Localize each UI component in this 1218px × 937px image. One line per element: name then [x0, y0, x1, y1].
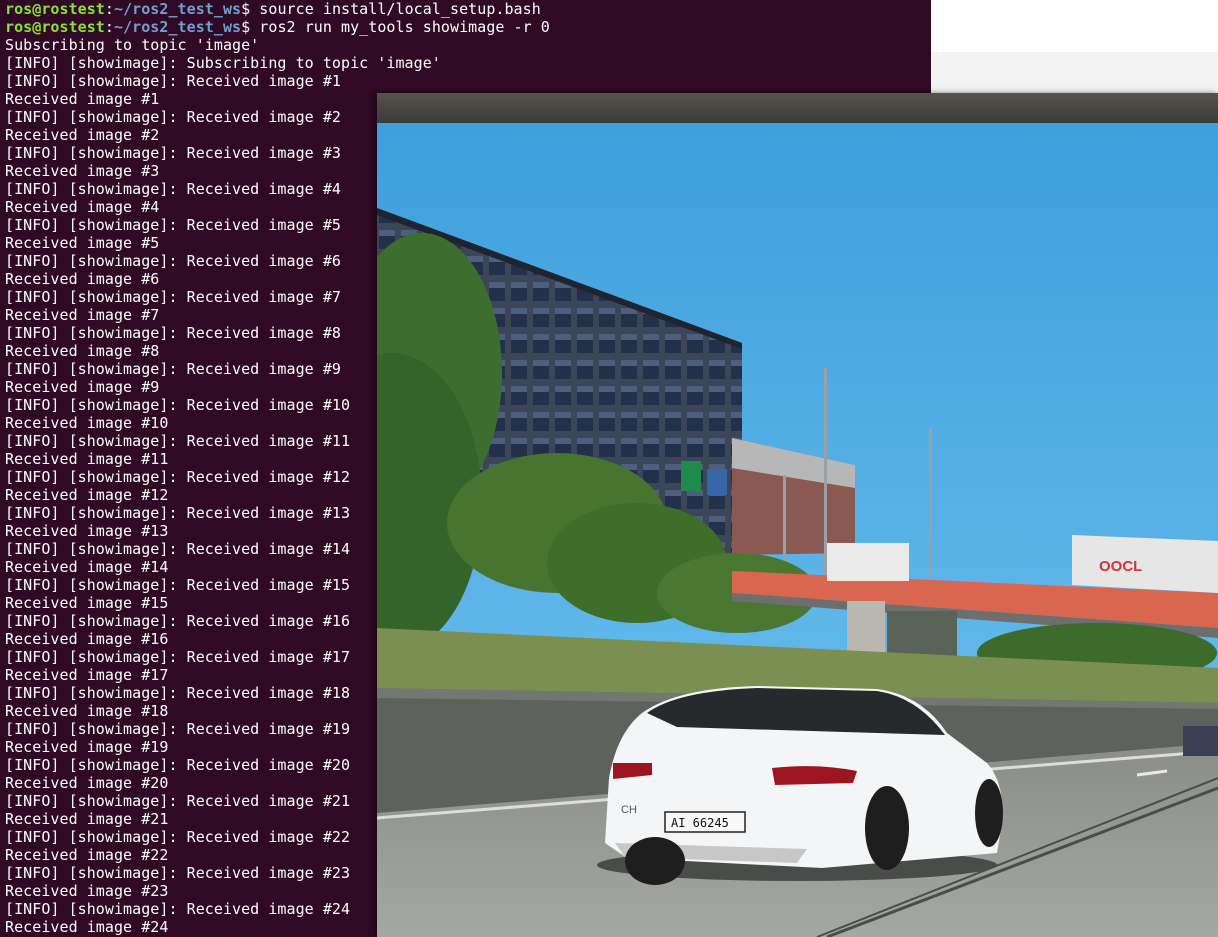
image-viewer-window[interactable]: OOCL AI 66245 CH [377, 93, 1218, 937]
terminal-output-line: Received image #18 [5, 702, 169, 720]
terminal-output-line: [INFO] [showimage]: Received image #7 [5, 288, 341, 306]
terminal-output-line: [INFO] [showimage]: Received image #20 [5, 756, 351, 774]
terminal-output-line: Received image #12 [5, 486, 169, 504]
terminal-output-line: [INFO] [showimage]: Received image #6 [5, 252, 341, 270]
terminal-output-line: [INFO] [showimage]: Subscribing to topic… [5, 54, 441, 72]
terminal-output-line: Received image #16 [5, 630, 169, 648]
terminal-output-line: Received image #14 [5, 558, 169, 576]
terminal-output-line: [INFO] [showimage]: Received image #3 [5, 144, 341, 162]
terminal-output-line: Received image #15 [5, 594, 169, 612]
terminal-output-line: Received image #10 [5, 414, 169, 432]
terminal-output-line: [INFO] [showimage]: Received image #4 [5, 180, 341, 198]
terminal-output-line: [INFO] [showimage]: Received image #15 [5, 576, 351, 594]
terminal-command: source install/local_setup.bash [259, 0, 541, 18]
terminal-output-line: [INFO] [showimage]: Received image #16 [5, 612, 351, 630]
viewer-titlebar[interactable] [377, 93, 1218, 124]
terminal-output-line: Received image #5 [5, 234, 160, 252]
terminal-output-line: [INFO] [showimage]: Received image #24 [5, 900, 351, 918]
terminal-output-line: [INFO] [showimage]: Received image #11 [5, 432, 351, 450]
desktop-panel-strip [930, 52, 1218, 93]
terminal-output-line: [INFO] [showimage]: Received image #10 [5, 396, 351, 414]
terminal-output-line: Received image #6 [5, 270, 160, 288]
terminal-output-line: Received image #20 [5, 774, 169, 792]
terminal-output-line: [INFO] [showimage]: Received image #17 [5, 648, 351, 666]
terminal-output-line: Received image #13 [5, 522, 169, 540]
terminal-output-line: Received image #3 [5, 162, 160, 180]
terminal-output-line: Received image #22 [5, 846, 169, 864]
terminal-output-line: Received image #7 [5, 306, 160, 324]
prompt-user: ros@rostest [5, 18, 105, 36]
terminal-output-line: Received image #19 [5, 738, 169, 756]
terminal-prompt-line: ros@rostest:~/ros2_test_ws$ ros2 run my_… [5, 18, 550, 36]
terminal-output-line: [INFO] [showimage]: Received image #1 [5, 72, 341, 90]
terminal-output-line: Received image #8 [5, 342, 160, 360]
terminal-output-line: [INFO] [showimage]: Received image #23 [5, 864, 351, 882]
terminal-output-line: Received image #21 [5, 810, 169, 828]
terminal-output-line: [INFO] [showimage]: Received image #8 [5, 324, 341, 342]
license-plate-country: CH [621, 804, 637, 816]
terminal-output-line: [INFO] [showimage]: Received image #19 [5, 720, 351, 738]
terminal-output-line: Received image #11 [5, 450, 169, 468]
terminal-prompt-line: ros@rostest:~/ros2_test_ws$ source insta… [5, 0, 541, 18]
truck-logo: OOCL [1099, 558, 1142, 575]
terminal-output-line: Received image #4 [5, 198, 160, 216]
terminal-output-line: [INFO] [showimage]: Received image #12 [5, 468, 351, 486]
terminal-output-line: [INFO] [showimage]: Received image #2 [5, 108, 341, 126]
license-plate-text: AI 66245 [671, 816, 729, 830]
terminal-output-line: [INFO] [showimage]: Received image #13 [5, 504, 351, 522]
terminal-output-line: [INFO] [showimage]: Received image #22 [5, 828, 351, 846]
terminal-output-line: Received image #24 [5, 918, 169, 936]
terminal-output-line: Subscribing to topic 'image' [5, 36, 260, 54]
terminal-output-line: Received image #23 [5, 882, 169, 900]
terminal-output-line: [INFO] [showimage]: Received image #5 [5, 216, 341, 234]
terminal-output-line: Received image #17 [5, 666, 169, 684]
terminal-output-line: Received image #1 [5, 90, 160, 108]
prompt-user: ros@rostest [5, 0, 105, 18]
terminal-output-line: [INFO] [showimage]: Received image #9 [5, 360, 341, 378]
prompt-path: ~/ros2_test_ws [113, 18, 242, 36]
terminal-output-line: Received image #2 [5, 126, 160, 144]
terminal-output-line: [INFO] [showimage]: Received image #14 [5, 540, 351, 558]
terminal-output-line: [INFO] [showimage]: Received image #18 [5, 684, 351, 702]
terminal-output-line: Received image #9 [5, 378, 160, 396]
camera-image: OOCL AI 66245 CH [377, 123, 1218, 937]
terminal-command: ros2 run my_tools showimage -r 0 [259, 18, 550, 36]
terminal-output-line: [INFO] [showimage]: Received image #21 [5, 792, 351, 810]
prompt-path: ~/ros2_test_ws [113, 0, 242, 18]
